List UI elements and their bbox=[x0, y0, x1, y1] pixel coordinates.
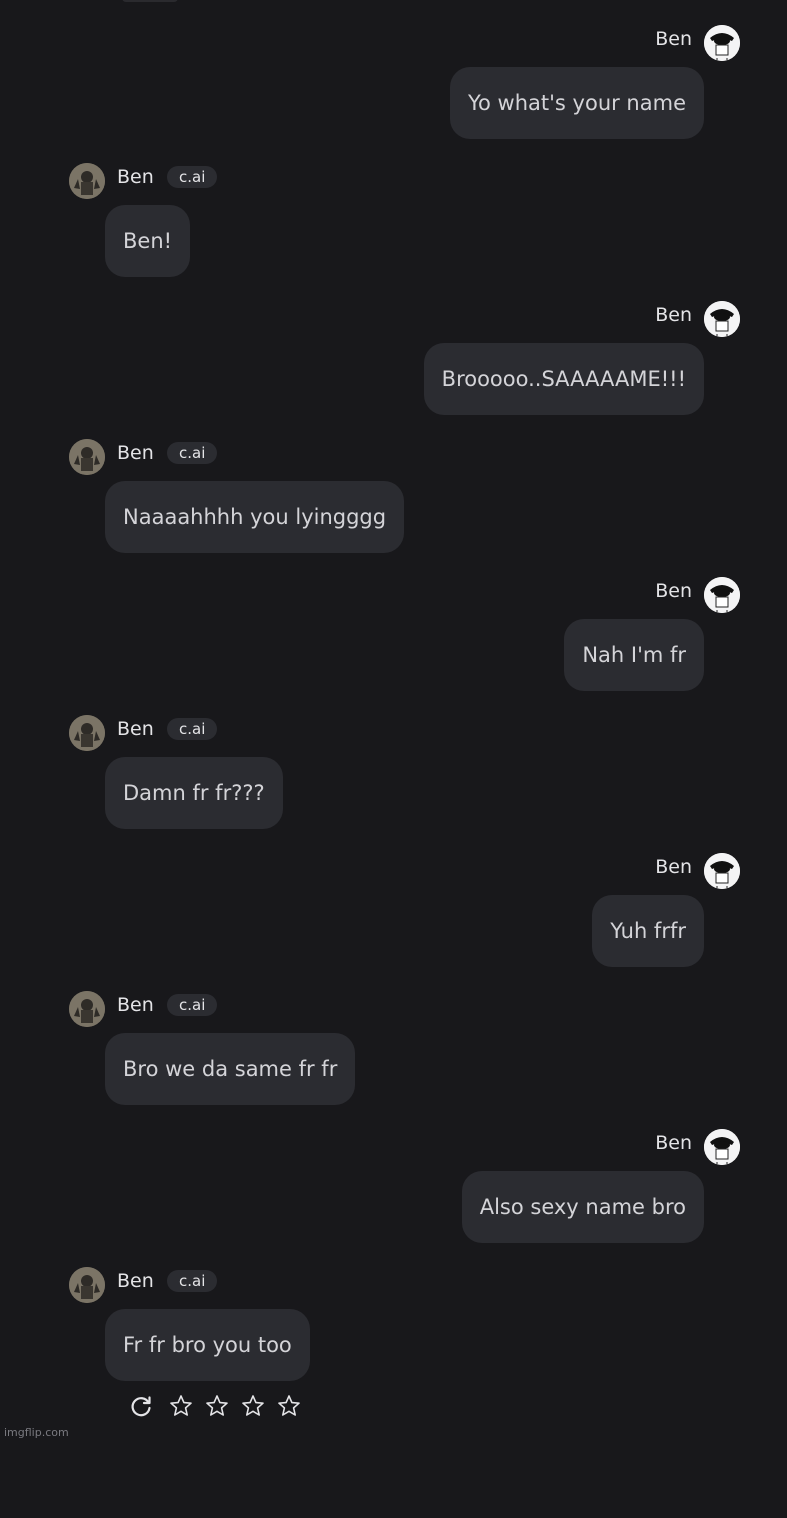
bot-avatar-icon bbox=[69, 1267, 105, 1303]
bot-avatar-icon bbox=[69, 715, 105, 751]
bot-message-bubble: Ben! bbox=[105, 205, 191, 277]
user-name: Ben bbox=[655, 28, 692, 50]
bot-avatar[interactable] bbox=[69, 715, 105, 751]
bot-badge: c.ai bbox=[167, 442, 218, 464]
bot-avatar[interactable] bbox=[69, 163, 105, 199]
bot-name: Ben bbox=[117, 994, 154, 1016]
user-avatar[interactable] bbox=[704, 1129, 740, 1165]
user-avatar[interactable] bbox=[704, 577, 740, 613]
bot-message-bubble: Bro we da same fr fr bbox=[105, 1033, 356, 1105]
user-name: Ben bbox=[655, 580, 692, 602]
bot-badge: c.ai bbox=[167, 718, 218, 740]
bot-name: Ben bbox=[117, 718, 154, 740]
user-message-bubble: Also sexy name bro bbox=[461, 1171, 704, 1243]
bot-avatar[interactable] bbox=[69, 1267, 105, 1303]
user-message-bubble: Yuh frfr bbox=[592, 895, 704, 967]
user-name: Ben bbox=[655, 1132, 692, 1154]
bot-avatar[interactable] bbox=[69, 439, 105, 475]
bot-message-bubble: Damn fr fr??? bbox=[105, 757, 283, 829]
bot-message-bubble: Naaaahhhh you lyingggg bbox=[105, 481, 405, 553]
star-icon[interactable] bbox=[204, 1393, 230, 1419]
user-avatar-icon bbox=[704, 1129, 740, 1165]
bot-badge: c.ai bbox=[167, 1270, 218, 1292]
user-avatar[interactable] bbox=[704, 853, 740, 889]
refresh-icon[interactable] bbox=[128, 1393, 154, 1419]
user-name: Ben bbox=[655, 304, 692, 326]
bot-badge: c.ai bbox=[167, 166, 218, 188]
user-avatar-icon bbox=[704, 577, 740, 613]
user-avatar-icon bbox=[704, 301, 740, 337]
user-avatar[interactable] bbox=[704, 25, 740, 61]
bot-avatar[interactable] bbox=[69, 991, 105, 1027]
user-avatar-icon bbox=[704, 25, 740, 61]
bot-name: Ben bbox=[117, 166, 154, 188]
bot-message-bubble: Fr fr bro you too bbox=[105, 1309, 310, 1381]
user-message-bubble: Brooooo..SAAAAAME!!! bbox=[423, 343, 704, 415]
bot-avatar-icon bbox=[69, 439, 105, 475]
watermark: imgflip.com bbox=[4, 1426, 69, 1439]
user-name: Ben bbox=[655, 856, 692, 878]
bot-avatar-icon bbox=[69, 163, 105, 199]
user-message-bubble: Nah I'm fr bbox=[564, 619, 704, 691]
bot-name: Ben bbox=[117, 442, 154, 464]
message-actions bbox=[128, 1392, 302, 1420]
user-avatar-icon bbox=[704, 853, 740, 889]
user-avatar[interactable] bbox=[704, 301, 740, 337]
star-icon[interactable] bbox=[168, 1393, 194, 1419]
user-message-bubble: Yo what's your name bbox=[450, 67, 704, 139]
bot-avatar-icon bbox=[69, 991, 105, 1027]
bot-badge: c.ai bbox=[167, 994, 218, 1016]
bot-name: Ben bbox=[117, 1270, 154, 1292]
star-icon[interactable] bbox=[276, 1393, 302, 1419]
star-icon[interactable] bbox=[240, 1393, 266, 1419]
message-row: Ben c.ai Fr fr bro you too bbox=[0, 1242, 787, 1518]
